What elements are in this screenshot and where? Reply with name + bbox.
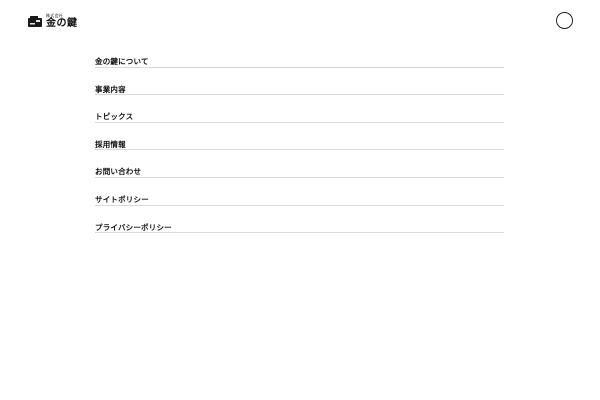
nav-link-contact[interactable]: お問い合わせ xyxy=(95,168,504,178)
nav-item-topics: トピックス xyxy=(95,95,504,123)
site-logo[interactable]: 株式会社 金の鍵 xyxy=(28,14,78,29)
nav-item-about: 金の鍵について xyxy=(95,40,504,68)
nav-item-recruit: 採用情報 xyxy=(95,123,504,151)
nav-link-topics[interactable]: トピックス xyxy=(95,113,504,123)
nav-link-privacy-policy[interactable]: プライバシーポリシー xyxy=(95,224,504,234)
main-nav: 金の鍵について 事業内容 トピックス 採用情報 お問い合わせ サイトポリシー プ… xyxy=(95,40,504,234)
nav-item-contact: お問い合わせ xyxy=(95,150,504,178)
logo-name: 金の鍵 xyxy=(46,18,78,29)
nav-link-recruit[interactable]: 採用情報 xyxy=(95,141,504,151)
key-card-logo-icon xyxy=(28,15,42,28)
logo-text: 株式会社 金の鍵 xyxy=(46,14,78,29)
nav-link-about[interactable]: 金の鍵について xyxy=(95,58,504,68)
nav-link-business[interactable]: 事業内容 xyxy=(95,86,504,96)
nav-item-business: 事業内容 xyxy=(95,68,504,96)
nav-item-site-policy: サイトポリシー xyxy=(95,178,504,206)
menu-button[interactable] xyxy=(556,12,573,29)
nav-item-privacy-policy: プライバシーポリシー xyxy=(95,206,504,234)
page: 株式会社 金の鍵 金の鍵について 事業内容 トピックス 採用情報 お問い合わせ … xyxy=(0,0,600,400)
nav-link-site-policy[interactable]: サイトポリシー xyxy=(95,196,504,206)
